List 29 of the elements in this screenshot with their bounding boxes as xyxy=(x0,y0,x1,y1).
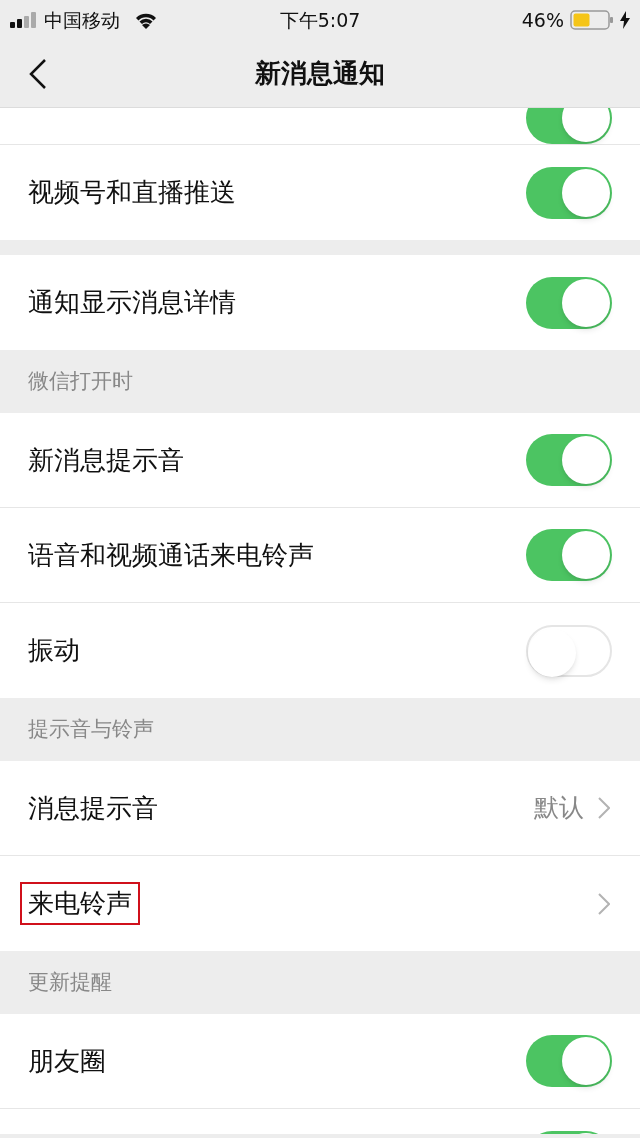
section-header: 微信打开时 xyxy=(28,367,133,395)
toggle-switch[interactable] xyxy=(526,434,612,486)
setting-label: 振动 xyxy=(28,634,80,667)
setting-label: 通知显示消息详情 xyxy=(28,286,236,319)
toggle-switch[interactable] xyxy=(526,624,612,677)
toggle-switch[interactable] xyxy=(526,166,612,219)
signal-icon xyxy=(10,12,38,28)
setting-label: 消息提示音 xyxy=(27,791,159,825)
battery-percent: 46% xyxy=(521,7,564,33)
setting-label: 视频号和直播推送 xyxy=(28,176,236,209)
carrier-name: 中国移动 xyxy=(44,7,120,33)
page-title: 新消息通知 xyxy=(255,57,385,90)
status-time: 下午5:07 xyxy=(279,7,361,33)
chevron-right-icon[interactable] xyxy=(598,892,610,915)
charging-icon xyxy=(620,11,630,29)
wifi-icon xyxy=(134,11,158,29)
setting-label: 新消息提示音 xyxy=(28,443,184,477)
section-header: 更新提醒 xyxy=(28,968,112,996)
setting-label: 来电铃声 xyxy=(22,884,138,923)
setting-label: 朋友圈 xyxy=(28,1044,106,1078)
back-button[interactable] xyxy=(28,58,48,90)
toggle-switch[interactable] xyxy=(526,529,612,581)
setting-value: 默认 xyxy=(534,792,584,825)
toggle-switch[interactable] xyxy=(526,276,612,329)
section-header: 提示音与铃声 xyxy=(28,715,154,743)
battery-icon xyxy=(570,10,614,30)
toggle-switch[interactable] xyxy=(526,1035,612,1087)
chevron-right-icon[interactable] xyxy=(598,797,610,819)
setting-label: 语音和视频通话来电铃声 xyxy=(28,538,314,572)
